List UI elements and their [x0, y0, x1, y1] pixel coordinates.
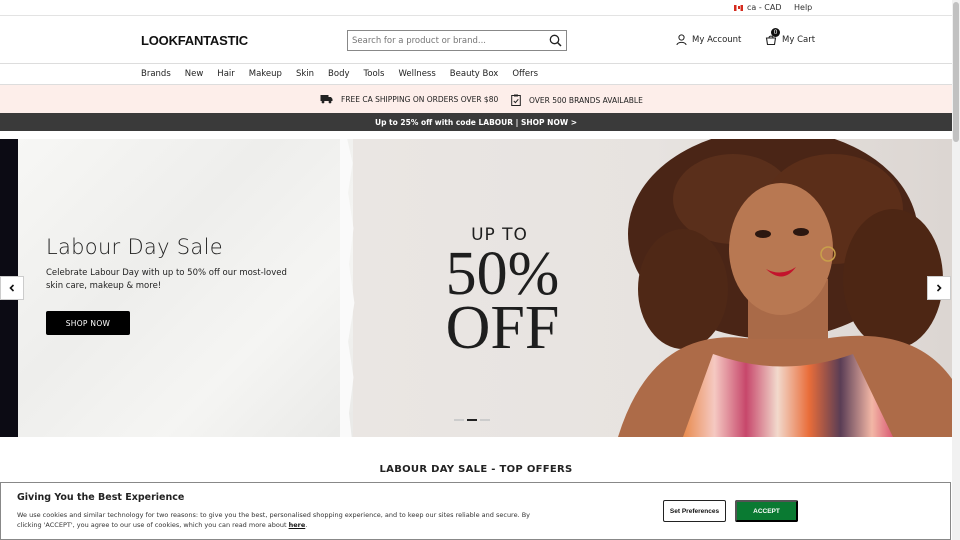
cookie-body-period: . [305, 521, 308, 529]
nav-item-beauty-box[interactable]: Beauty Box [450, 69, 499, 79]
nav-item-body[interactable]: Body [328, 69, 349, 79]
truck-icon [320, 95, 333, 104]
benefits-bar: FREE CA SHIPPING ON ORDERS OVER $80 OVER… [0, 85, 952, 113]
cart-icon-wrap: 0 [765, 28, 780, 46]
cookie-body-text: We use cookies and similar technology fo… [17, 511, 531, 529]
clipboard-check-icon [511, 94, 521, 106]
carousel-dot-active[interactable] [467, 419, 477, 421]
offer-off: OFF [445, 294, 560, 362]
accept-button[interactable]: ACCEPT [735, 500, 798, 522]
hero-description: Celebrate Labour Day with up to 50% off … [46, 268, 287, 291]
my-account-link[interactable]: My Account [676, 34, 741, 45]
nav-item-brands[interactable]: Brands [141, 69, 171, 79]
scrollbar-thumb[interactable] [953, 2, 959, 142]
chevron-right-icon [936, 284, 942, 292]
carousel-dots [454, 419, 490, 421]
shipping-benefit-text: FREE CA SHIPPING ON ORDERS OVER $80 [341, 94, 499, 104]
cookie-banner: Giving You the Best Experience We use co… [0, 482, 951, 540]
carousel-prev-button[interactable] [0, 276, 24, 300]
cookie-title: Giving You the Best Experience [17, 492, 185, 503]
chevron-left-icon [9, 284, 15, 292]
canada-flag-icon [734, 4, 743, 11]
nav-item-tools[interactable]: Tools [364, 69, 385, 79]
shop-now-button[interactable]: SHOP NOW [46, 311, 130, 335]
hero-carousel: Labour Day Sale Celebrate Labour Day wit… [0, 139, 952, 437]
brands-benefit: OVER 500 BRANDS AVAILABLE [511, 94, 643, 106]
set-preferences-button[interactable]: Set Preferences [663, 500, 726, 522]
logo[interactable]: LOOKFANTASTIC [141, 33, 248, 48]
user-icon [676, 34, 687, 45]
brands-benefit-text: OVER 500 BRANDS AVAILABLE [529, 95, 643, 105]
cart-count-badge: 0 [771, 28, 780, 37]
nav-item-makeup[interactable]: Makeup [249, 69, 282, 79]
section-title: LABOUR DAY SALE - TOP OFFERS [379, 464, 573, 475]
cookie-here-link[interactable]: here [289, 521, 306, 529]
search-bar [347, 30, 567, 51]
nav-item-skin[interactable]: Skin [296, 69, 314, 79]
carousel-dot[interactable] [454, 419, 464, 421]
offer-percent: 50% [445, 240, 560, 308]
nav-item-offers[interactable]: Offers [512, 69, 538, 79]
search-input[interactable] [348, 31, 546, 50]
page: ca - CAD Help LOOKFANTASTIC My Account 0… [0, 0, 960, 540]
hero-title: Labour Day Sale [46, 235, 223, 259]
page-scrollbar[interactable] [952, 0, 960, 540]
search-icon[interactable] [546, 32, 564, 50]
hero-offer-graphic: UP TO 50% OFF [440, 225, 565, 362]
nav-item-new[interactable]: New [185, 69, 204, 79]
carousel-next-button[interactable] [927, 276, 951, 300]
my-cart-label: My Cart [782, 35, 816, 45]
main-nav: Brands New Hair Makeup Skin Body Tools W… [0, 64, 952, 85]
my-cart-link[interactable]: 0 My Cart [765, 28, 816, 46]
nav-item-wellness[interactable]: Wellness [398, 69, 435, 79]
nav-item-hair[interactable]: Hair [217, 69, 234, 79]
help-link[interactable]: Help [794, 3, 812, 12]
locale-selector[interactable]: ca - CAD [734, 3, 782, 12]
my-account-label: My Account [692, 34, 742, 45]
locale-label: ca - CAD [747, 3, 782, 12]
shipping-benefit: FREE CA SHIPPING ON ORDERS OVER $80 [320, 94, 498, 104]
top-utility-bar: ca - CAD Help [0, 0, 952, 16]
carousel-dot[interactable] [480, 419, 490, 421]
site-header: LOOKFANTASTIC My Account 0 My Cart [0, 16, 952, 64]
cookie-body: We use cookies and similar technology fo… [17, 510, 537, 530]
promo-banner[interactable]: Up to 25% off with code LABOUR | SHOP NO… [0, 113, 952, 131]
